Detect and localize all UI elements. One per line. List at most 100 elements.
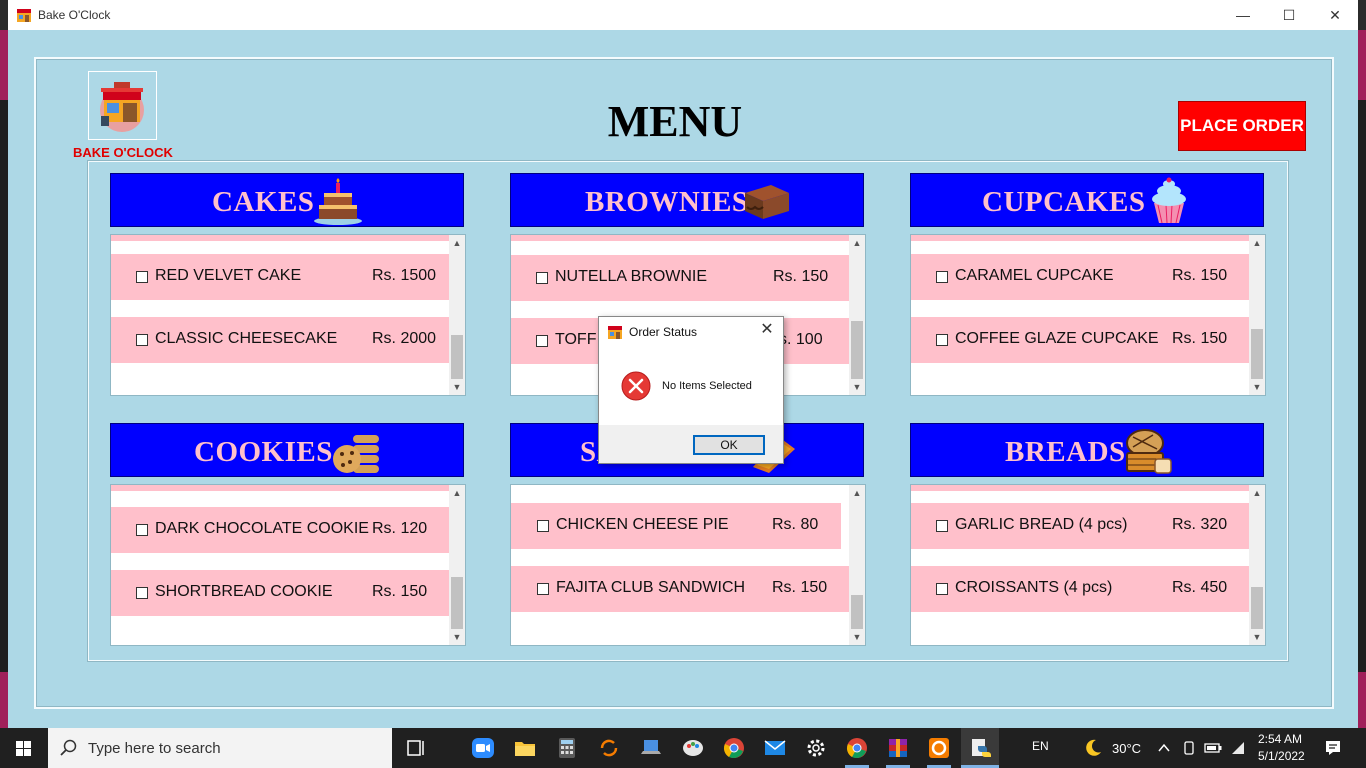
category-header-cookies: COOKIES [110,423,464,477]
calculator-icon[interactable] [555,736,579,760]
taskbar-search[interactable]: Type here to search [48,728,392,768]
dialog-close-icon[interactable]: ✕ [757,320,777,340]
category-list-cakes[interactable]: RED VELVET CAKE Rs. 1500 CLASSIC CHEESEC… [110,234,466,396]
category-list-breads[interactable]: GARLIC BREAD (4 pcs) Rs. 320 CROISSANTS … [910,484,1266,646]
list-scrollbar[interactable]: ▲ ▼ [1249,235,1265,395]
place-order-button[interactable]: PLACE ORDER [1178,101,1306,151]
winrar-icon[interactable] [886,736,910,760]
menu-item[interactable]: CROISSANTS (4 pcs) Rs. 450 [911,566,1249,612]
menu-item[interactable]: RED VELVET CAKE Rs. 1500 [111,254,449,300]
scroll-up-icon[interactable]: ▲ [849,235,865,251]
zoom-icon[interactable] [471,736,495,760]
menu-item[interactable]: NUTELLA BROWNIE Rs. 150 [511,255,849,301]
active-app-slot[interactable] [961,728,999,768]
wifi-icon[interactable] [1230,740,1246,756]
item-name: CROISSANTS (4 pcs) [955,579,1113,596]
menu-item[interactable]: GARLIC BREAD (4 pcs) Rs. 320 [911,503,1249,549]
mail-icon[interactable] [763,736,787,760]
list-scrollbar[interactable]: ▲ ▼ [449,235,465,395]
list-scrollbar[interactable]: ▲ ▼ [449,485,465,645]
item-name: CHICKEN CHEESE PIE [556,516,729,533]
item-price: Rs. 450 [1172,579,1228,596]
cupcake-icon [1152,177,1186,224]
scroll-thumb[interactable] [1251,329,1263,379]
clock-date[interactable]: 5/1/2022 [1258,749,1305,763]
start-button[interactable] [0,728,48,768]
menu-item[interactable]: CHICKEN CHEESE PIE Rs. 80 [511,503,841,549]
menu-item[interactable]: DARK CHOCOLATE COOKIE Rs. 120 [111,507,449,553]
close-button[interactable]: ✕ [1312,0,1358,30]
scroll-down-icon[interactable]: ▼ [1249,379,1265,395]
category-list-cookies[interactable]: DARK CHOCOLATE COOKIE Rs. 120 SHORTBREAD… [110,484,466,646]
chrome-icon[interactable] [722,736,746,760]
scroll-thumb[interactable] [1251,587,1263,629]
item-price: Rs. 150 [773,268,829,285]
minimize-button[interactable]: — [1220,0,1266,30]
title-bar[interactable]: Bake O'Clock — ☐ ✕ [8,0,1358,30]
item-checkbox[interactable] [936,334,948,346]
scroll-up-icon[interactable]: ▲ [449,235,465,251]
task-view-icon[interactable] [404,736,428,760]
scroll-thumb[interactable] [451,335,463,379]
scroll-up-icon[interactable]: ▲ [1249,485,1265,501]
moon-weather-icon[interactable] [1083,738,1103,758]
category-list-cupcakes[interactable]: CARAMEL CUPCAKE Rs. 150 COFFEE GLAZE CUP… [910,234,1266,396]
desktop-accent [1358,30,1366,100]
minimize-icon: — [1236,7,1250,23]
item-price: Rs. 150 [1172,330,1228,347]
item-checkbox[interactable] [936,271,948,283]
scroll-up-icon[interactable]: ▲ [1249,235,1265,251]
python-app-icon [972,739,991,757]
item-name: SHORTBREAD COOKIE [155,583,333,600]
menu-item[interactable]: FAJITA CLUB SANDWICH Rs. 150 [511,566,849,612]
scroll-down-icon[interactable]: ▼ [849,379,865,395]
language-indicator[interactable]: EN [1032,739,1049,753]
scroll-up-icon[interactable]: ▲ [849,485,865,501]
category-list-savory[interactable]: CHICKEN CHEESE PIE Rs. 80 FAJITA CLUB SA… [510,484,866,646]
list-scrollbar[interactable]: ▲ ▼ [849,485,865,645]
laptop-icon[interactable] [639,736,663,760]
scroll-down-icon[interactable]: ▼ [1249,629,1265,645]
battery-icon[interactable] [1204,741,1222,755]
chrome-icon[interactable] [845,736,869,760]
ok-button[interactable]: OK [693,435,765,455]
temperature[interactable]: 30°C [1112,741,1141,756]
scroll-down-icon[interactable]: ▼ [449,629,465,645]
settings-gear-icon[interactable] [804,736,828,760]
list-scrollbar[interactable]: ▲ ▼ [1249,485,1265,645]
scroll-thumb[interactable] [851,321,863,379]
search-icon [60,739,77,756]
scroll-thumb[interactable] [451,577,463,629]
item-checkbox[interactable] [136,334,148,346]
item-checkbox[interactable] [537,520,549,532]
chevron-up-icon[interactable] [1158,742,1170,754]
clock-time[interactable]: 2:54 AM [1258,732,1302,746]
menu-item[interactable]: COFFEE GLAZE CUPCAKE Rs. 150 [911,317,1249,363]
notification-icon[interactable] [1324,739,1342,757]
maximize-icon: ☐ [1282,7,1296,23]
item-checkbox[interactable] [536,272,548,284]
list-item-partial [111,235,449,241]
paint-icon[interactable] [681,736,705,760]
menu-item[interactable]: CLASSIC CHEESECAKE Rs. 2000 [111,317,449,363]
orange-app-icon[interactable] [927,736,951,760]
item-checkbox[interactable] [136,271,148,283]
item-checkbox[interactable] [136,524,148,536]
file-explorer-icon[interactable] [513,736,537,760]
item-checkbox[interactable] [136,587,148,599]
sync-icon[interactable] [597,736,621,760]
scroll-up-icon[interactable]: ▲ [449,485,465,501]
scroll-thumb[interactable] [851,595,863,629]
item-checkbox[interactable] [536,335,548,347]
menu-item[interactable]: CARAMEL CUPCAKE Rs. 150 [911,254,1249,300]
item-checkbox[interactable] [936,583,948,595]
item-checkbox[interactable] [537,583,549,595]
maximize-button[interactable]: ☐ [1266,0,1312,30]
scroll-down-icon[interactable]: ▼ [449,379,465,395]
scroll-down-icon[interactable]: ▼ [849,629,865,645]
device-icon[interactable] [1181,740,1197,756]
item-name: NUTELLA BROWNIE [555,268,708,285]
item-checkbox[interactable] [936,520,948,532]
menu-item[interactable]: SHORTBREAD COOKIE Rs. 150 [111,570,449,616]
list-scrollbar[interactable]: ▲ ▼ [849,235,865,395]
